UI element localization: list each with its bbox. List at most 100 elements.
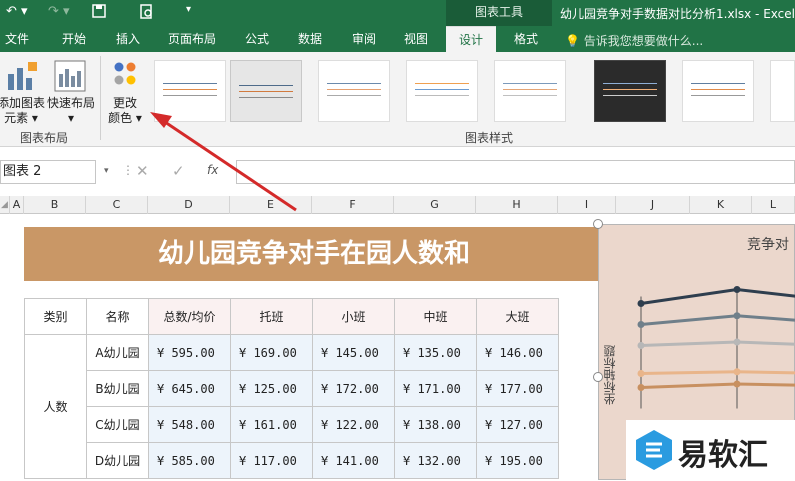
- data-point[interactable]: [637, 300, 645, 307]
- name-cell[interactable]: B幼儿园: [86, 370, 149, 407]
- tab-page-layout[interactable]: 页面布局: [158, 26, 226, 52]
- name-cell[interactable]: D幼儿园: [86, 442, 149, 479]
- lightbulb-icon: 💡: [565, 34, 580, 48]
- chart-style-5[interactable]: [494, 60, 566, 122]
- data-point[interactable]: [637, 384, 645, 391]
- value-cell[interactable]: ¥ 595.00: [148, 334, 231, 371]
- header-total[interactable]: 总数/均价: [148, 298, 231, 335]
- value-cell[interactable]: ¥ 127.00: [476, 406, 559, 443]
- tab-formulas[interactable]: 公式: [234, 26, 280, 52]
- print-preview-icon[interactable]: [140, 4, 154, 24]
- data-point[interactable]: [733, 338, 741, 346]
- save-icon[interactable]: [92, 4, 106, 22]
- tab-home[interactable]: 开始: [50, 26, 98, 52]
- name-box-dropdown-icon[interactable]: ▾: [104, 166, 109, 176]
- column-header[interactable]: K: [690, 196, 752, 214]
- sheet-title-banner[interactable]: 幼儿园竞争对手在园人数和: [24, 227, 604, 281]
- series-line-1[interactable]: [640, 287, 795, 305]
- quick-layout-button[interactable]: 快速布局 ▾: [46, 56, 96, 126]
- value-cell[interactable]: ¥ 145.00: [312, 334, 395, 371]
- chart-style-2[interactable]: [230, 60, 302, 122]
- tell-me-search[interactable]: 💡 告诉我您想要做什么...: [565, 32, 703, 49]
- column-header[interactable]: L: [752, 196, 795, 214]
- value-cell[interactable]: ¥ 146.00: [476, 334, 559, 371]
- series-line-2[interactable]: [640, 314, 795, 326]
- value-cell[interactable]: ¥ 125.00: [230, 370, 313, 407]
- tab-review[interactable]: 审阅: [340, 26, 388, 52]
- value-cell[interactable]: ¥ 171.00: [394, 370, 477, 407]
- chart-style-6[interactable]: [594, 60, 666, 122]
- data-point[interactable]: [733, 312, 741, 320]
- redo-icon[interactable]: ↷ ▾: [48, 4, 70, 19]
- series-line-4[interactable]: [640, 370, 795, 375]
- value-cell[interactable]: ¥ 135.00: [394, 334, 477, 371]
- data-point[interactable]: [637, 342, 645, 349]
- value-cell[interactable]: ¥ 117.00: [230, 442, 313, 479]
- column-header[interactable]: J: [616, 196, 690, 214]
- value-cell[interactable]: ¥ 177.00: [476, 370, 559, 407]
- chart-style-4[interactable]: [406, 60, 478, 122]
- tab-file[interactable]: 文件: [0, 26, 34, 52]
- value-cell[interactable]: ¥ 645.00: [148, 370, 231, 407]
- header-name[interactable]: 名称: [86, 298, 149, 335]
- tab-insert[interactable]: 插入: [104, 26, 152, 52]
- value-cell[interactable]: ¥ 122.00: [312, 406, 395, 443]
- series-line-3[interactable]: [640, 340, 795, 347]
- chart-resize-handle[interactable]: [593, 372, 603, 382]
- value-cell[interactable]: ¥ 195.00: [476, 442, 559, 479]
- value-cell[interactable]: ¥ 141.00: [312, 442, 395, 479]
- tab-data[interactable]: 数据: [286, 26, 334, 52]
- name-cell[interactable]: A幼儿园: [86, 334, 149, 371]
- column-header[interactable]: A: [10, 196, 24, 214]
- header-nursery[interactable]: 托班: [230, 298, 313, 335]
- add-chart-element-label: 添加图表 元素 ▾: [0, 96, 45, 125]
- header-middle[interactable]: 中班: [394, 298, 477, 335]
- tab-format[interactable]: 格式: [502, 26, 550, 52]
- column-header[interactable]: F: [312, 196, 394, 214]
- data-point[interactable]: [733, 380, 741, 388]
- data-point[interactable]: [637, 370, 645, 377]
- data-point[interactable]: [733, 286, 741, 293]
- value-cell[interactable]: ¥ 132.00: [394, 442, 477, 479]
- formula-input[interactable]: [236, 160, 795, 184]
- value-cell[interactable]: ¥ 169.00: [230, 334, 313, 371]
- column-header[interactable]: E: [230, 196, 312, 214]
- chart-style-3[interactable]: [318, 60, 390, 122]
- column-header[interactable]: B: [24, 196, 86, 214]
- data-point[interactable]: [733, 368, 741, 376]
- undo-icon[interactable]: ↶ ▾: [6, 4, 28, 19]
- chart-resize-handle[interactable]: [593, 219, 603, 229]
- value-cell[interactable]: ¥ 138.00: [394, 406, 477, 443]
- table-row: 人数 A幼儿园 ¥ 595.00 ¥ 169.00 ¥ 145.00 ¥ 135…: [24, 334, 559, 479]
- column-header[interactable]: H: [476, 196, 558, 214]
- name-cell[interactable]: C幼儿园: [86, 406, 149, 443]
- add-chart-element-button[interactable]: 添加图表 元素 ▾: [0, 56, 45, 126]
- header-category[interactable]: 类别: [24, 298, 87, 335]
- chart-style-7[interactable]: [682, 60, 754, 122]
- column-header[interactable]: D: [148, 196, 230, 214]
- value-cell[interactable]: ¥ 585.00: [148, 442, 231, 479]
- category-cell[interactable]: 人数: [24, 334, 87, 479]
- header-senior[interactable]: 大班: [476, 298, 559, 335]
- customize-qat-icon[interactable]: ▾: [186, 4, 191, 15]
- tab-design[interactable]: 设计: [446, 26, 496, 52]
- header-junior[interactable]: 小班: [312, 298, 395, 335]
- name-box[interactable]: 图表 2: [0, 160, 96, 184]
- tab-view[interactable]: 视图: [392, 26, 440, 52]
- column-header[interactable]: I: [558, 196, 616, 214]
- column-header[interactable]: G: [394, 196, 476, 214]
- insert-function-icon[interactable]: fx: [207, 163, 218, 177]
- watermark-text: 易软汇: [678, 438, 768, 473]
- value-cell[interactable]: ¥ 548.00: [148, 406, 231, 443]
- column-header[interactable]: C: [86, 196, 148, 214]
- enter-icon[interactable]: ✓: [172, 162, 185, 180]
- series-line-5[interactable]: [640, 382, 795, 389]
- cancel-icon[interactable]: ✕: [136, 162, 149, 180]
- value-cell[interactable]: ¥ 161.00: [230, 406, 313, 443]
- chart-style-8[interactable]: [770, 60, 795, 122]
- change-colors-button[interactable]: 更改 颜色 ▾: [104, 56, 146, 126]
- chart-style-1[interactable]: [154, 60, 226, 122]
- data-point[interactable]: [637, 321, 645, 328]
- select-all-corner[interactable]: ◢: [0, 196, 10, 214]
- value-cell[interactable]: ¥ 172.00: [312, 370, 395, 407]
